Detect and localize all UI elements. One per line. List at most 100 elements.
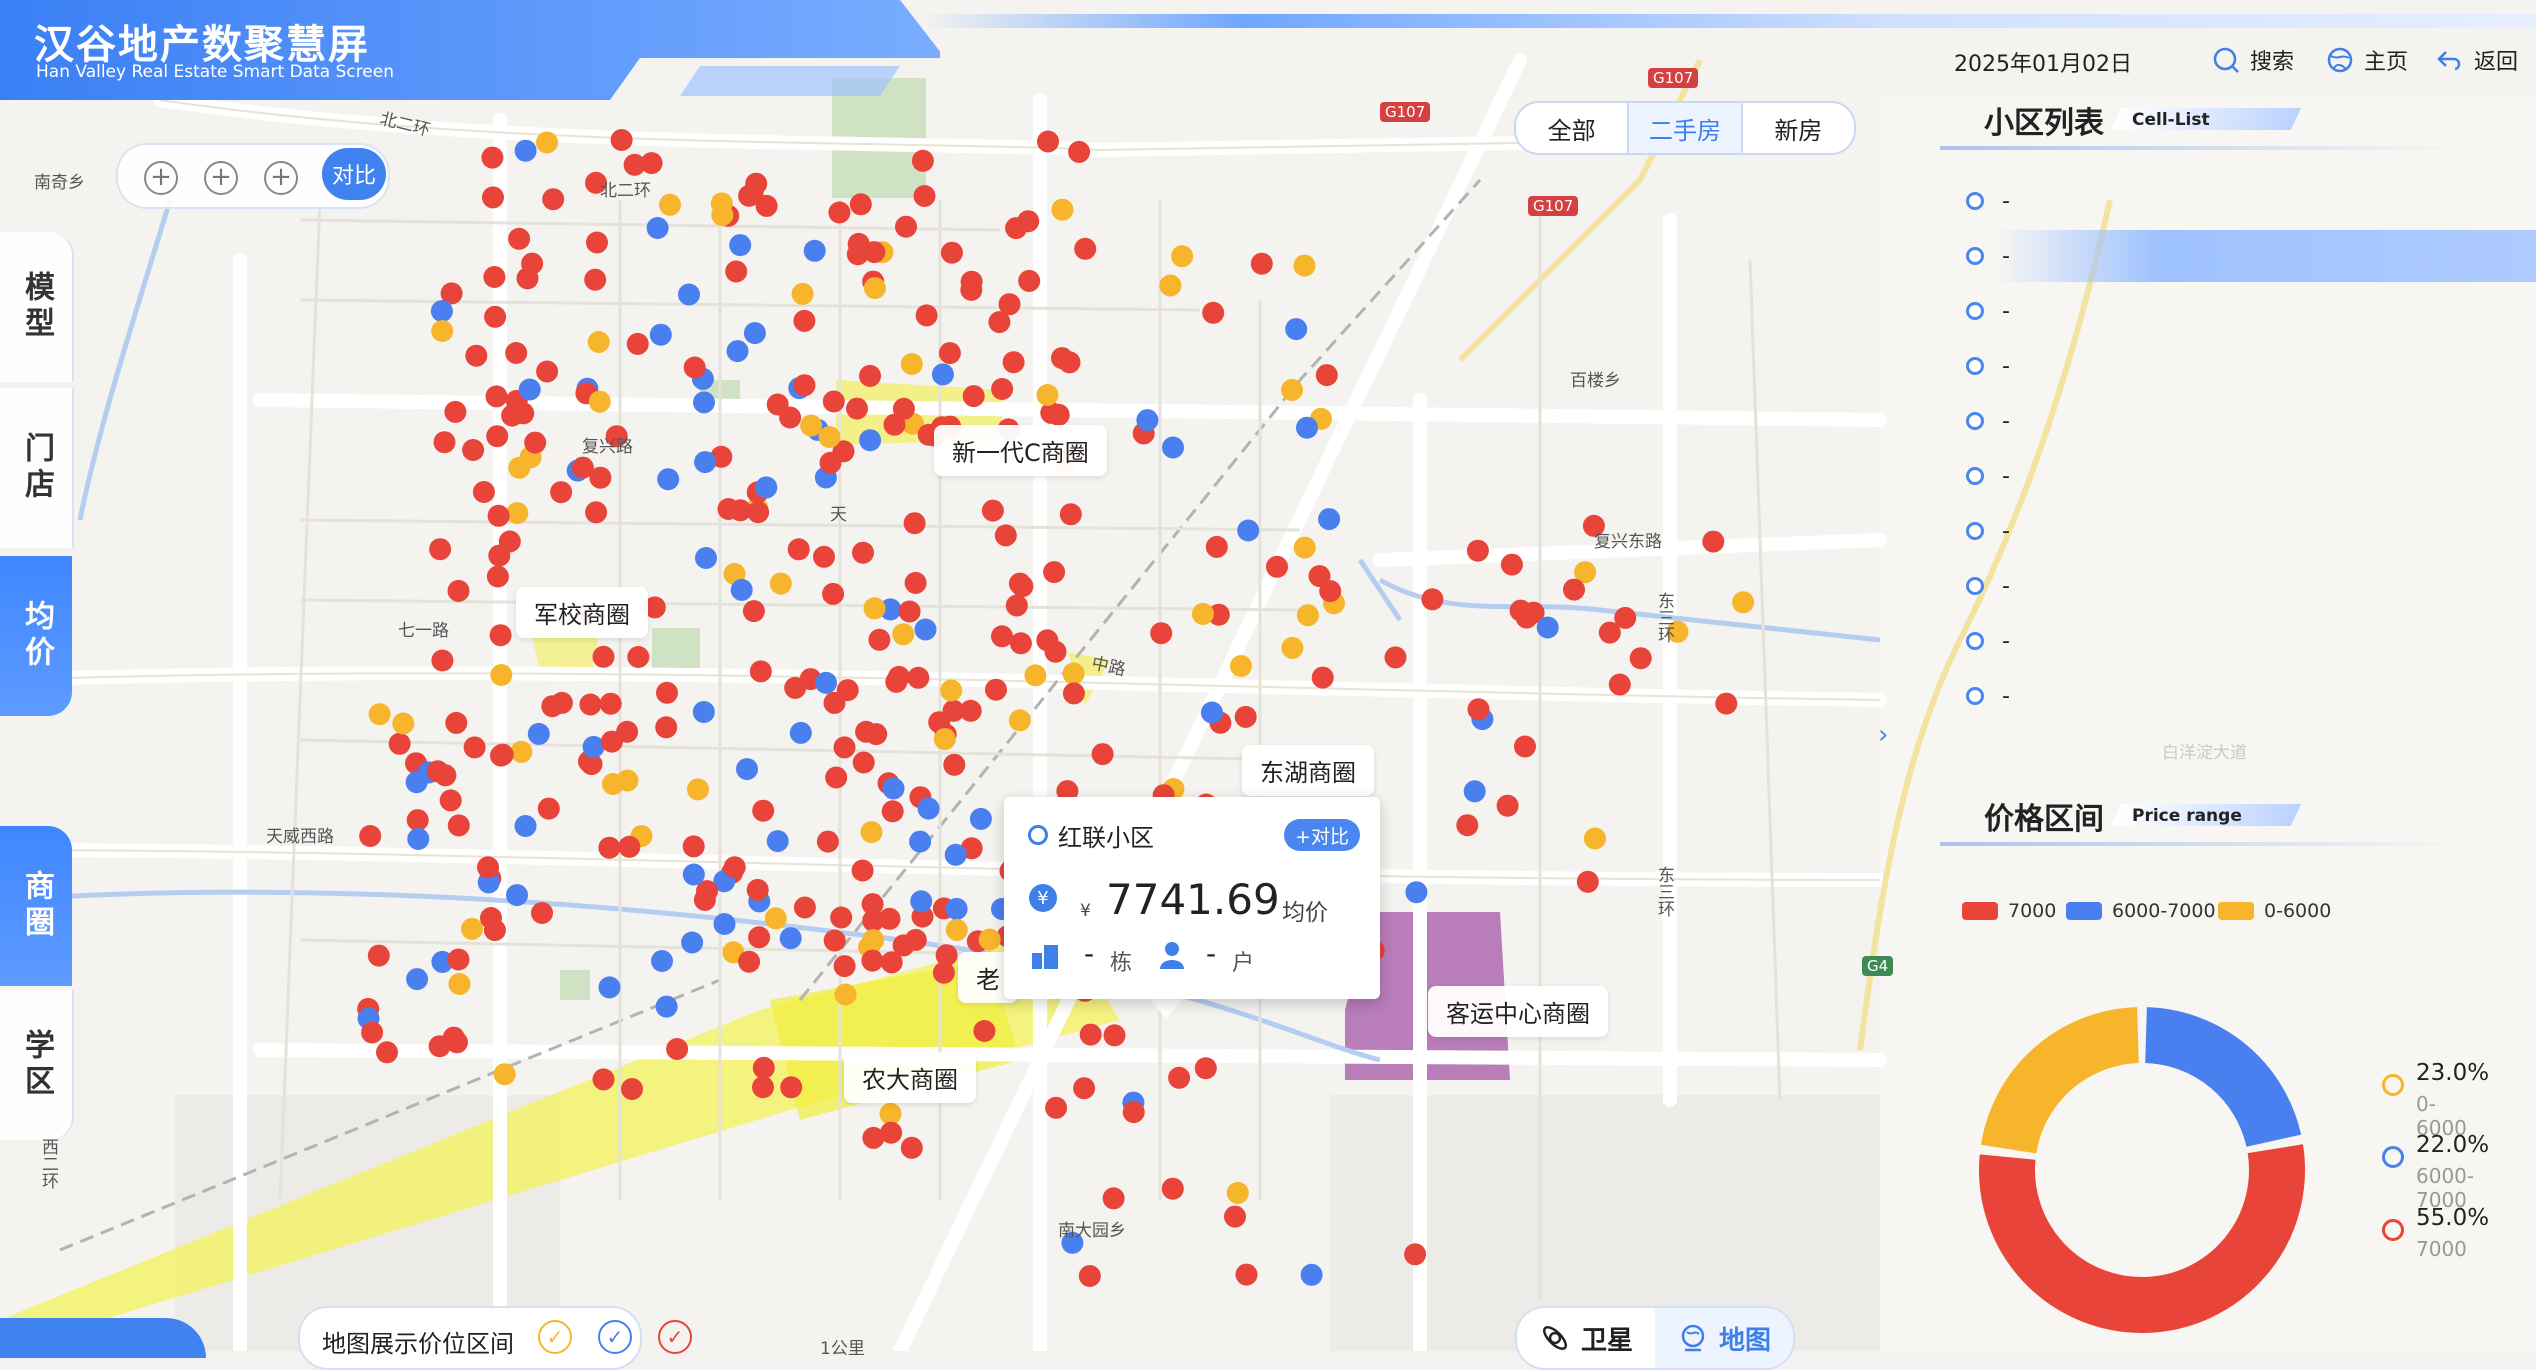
donut-slice-7000[interactable] (1979, 1144, 2305, 1333)
community-price-marker[interactable] (655, 716, 678, 739)
community-price-marker[interactable] (730, 578, 753, 601)
community-price-marker[interactable] (978, 928, 1001, 951)
community-price-marker[interactable] (828, 201, 851, 224)
community-price-marker[interactable] (1456, 814, 1479, 837)
community-price-marker[interactable] (1311, 666, 1334, 689)
community-price-marker[interactable] (493, 1063, 516, 1086)
community-price-marker[interactable] (878, 907, 901, 930)
community-price-marker[interactable] (903, 512, 926, 535)
tab-satellite[interactable]: 卫星 (1517, 1308, 1655, 1368)
business-area-label[interactable]: 农大商圈 (844, 1052, 976, 1103)
community-price-marker[interactable] (1237, 519, 1260, 542)
community-price-marker[interactable] (388, 732, 411, 755)
community-price-marker[interactable] (882, 777, 905, 800)
tab-map[interactable]: 地图 (1655, 1308, 1793, 1368)
community-price-marker[interactable] (1059, 503, 1082, 526)
community-price-marker[interactable] (1576, 870, 1599, 893)
community-price-marker[interactable] (392, 712, 415, 735)
community-price-marker[interactable] (943, 753, 966, 776)
community-price-marker[interactable] (587, 331, 610, 353)
community-price-marker[interactable] (444, 400, 467, 423)
community-price-marker[interactable] (659, 193, 681, 216)
community-price-marker[interactable] (940, 679, 963, 702)
community-price-marker[interactable] (892, 623, 915, 646)
checkmark-icon[interactable]: ✓ (598, 1320, 632, 1354)
community-price-marker[interactable] (666, 1038, 689, 1060)
community-price-marker[interactable] (483, 266, 506, 288)
community-price-marker[interactable] (1045, 1096, 1068, 1119)
community-price-marker[interactable] (682, 863, 705, 886)
community-price-marker[interactable] (472, 481, 495, 503)
checkmark-icon[interactable]: ✓ (658, 1320, 692, 1354)
community-price-marker[interactable] (749, 660, 772, 683)
community-price-marker[interactable] (531, 902, 553, 924)
community-price-marker[interactable] (883, 413, 906, 436)
bottom-left-tab[interactable] (0, 1318, 206, 1358)
home-button[interactable]: 主页 (2326, 44, 2408, 76)
community-price-marker[interactable] (1315, 364, 1338, 387)
community-price-marker[interactable] (368, 703, 391, 726)
community-price-marker[interactable] (1078, 1265, 1101, 1287)
community-price-marker[interactable] (484, 305, 507, 328)
checkmark-icon[interactable]: ✓ (538, 1320, 572, 1354)
community-price-marker[interactable] (510, 740, 533, 763)
community-price-marker[interactable] (542, 188, 565, 211)
community-price-marker[interactable] (738, 950, 761, 973)
community-price-marker[interactable] (793, 896, 816, 919)
community-price-marker[interactable] (944, 843, 967, 866)
community-price-marker[interactable] (815, 671, 837, 694)
community-price-marker[interactable] (913, 185, 936, 207)
community-price-marker[interactable] (1168, 1066, 1191, 1089)
community-price-marker[interactable] (881, 800, 904, 823)
community-price-marker[interactable] (508, 227, 531, 250)
community-price-marker[interactable] (769, 572, 792, 595)
community-price-marker[interactable] (1009, 632, 1032, 655)
donut-slice-6000-7000[interactable] (2144, 1007, 2302, 1148)
community-price-marker[interactable] (746, 878, 769, 901)
business-area-label[interactable]: 新一代C商圈 (934, 425, 1107, 476)
community-price-marker[interactable] (618, 835, 641, 858)
community-price-marker[interactable] (505, 342, 528, 364)
community-price-marker[interactable] (849, 193, 872, 216)
community-price-marker[interactable] (651, 950, 673, 972)
community-price-marker[interactable] (463, 736, 486, 759)
compare-button[interactable]: 对比 (322, 148, 386, 200)
community-price-marker[interactable] (655, 995, 678, 1018)
community-price-marker[interactable] (1732, 591, 1755, 614)
community-price-marker[interactable] (683, 356, 706, 379)
community-price-marker[interactable] (588, 390, 611, 413)
community-price-marker[interactable] (1091, 743, 1114, 766)
community-price-marker[interactable] (1293, 254, 1316, 277)
community-price-marker[interactable] (752, 799, 775, 822)
community-price-marker[interactable] (694, 451, 717, 474)
community-price-marker[interactable] (514, 815, 537, 837)
community-price-marker[interactable] (524, 431, 547, 454)
community-price-marker[interactable] (1467, 698, 1490, 721)
community-price-marker[interactable] (879, 1102, 902, 1125)
community-price-marker[interactable] (640, 152, 663, 175)
community-price-marker[interactable] (1062, 682, 1085, 705)
list-item[interactable]: - (1966, 296, 2010, 326)
community-price-marker[interactable] (863, 277, 886, 300)
community-price-marker[interactable] (789, 721, 812, 744)
community-price-marker[interactable] (852, 751, 875, 774)
community-price-marker[interactable] (1296, 604, 1319, 627)
donut-slice-0-6000[interactable] (1980, 1007, 2140, 1155)
community-price-marker[interactable] (1404, 1243, 1427, 1266)
community-price-marker[interactable] (447, 948, 470, 971)
community-price-marker[interactable] (649, 323, 672, 346)
community-price-marker[interactable] (726, 340, 749, 363)
community-price-marker[interactable] (537, 797, 560, 820)
community-price-marker[interactable] (910, 890, 933, 913)
community-price-marker[interactable] (584, 268, 607, 291)
community-price-marker[interactable] (465, 344, 488, 367)
community-price-marker[interactable] (448, 973, 471, 995)
community-price-marker[interactable] (361, 1021, 384, 1044)
community-price-marker[interactable] (710, 192, 733, 215)
community-price-marker[interactable] (991, 625, 1013, 648)
community-price-marker[interactable] (1466, 539, 1489, 562)
community-price-marker[interactable] (855, 720, 878, 743)
community-price-marker[interactable] (729, 234, 752, 257)
tab-new-house[interactable]: 新房 (1743, 103, 1854, 153)
community-price-marker[interactable] (1536, 616, 1559, 639)
